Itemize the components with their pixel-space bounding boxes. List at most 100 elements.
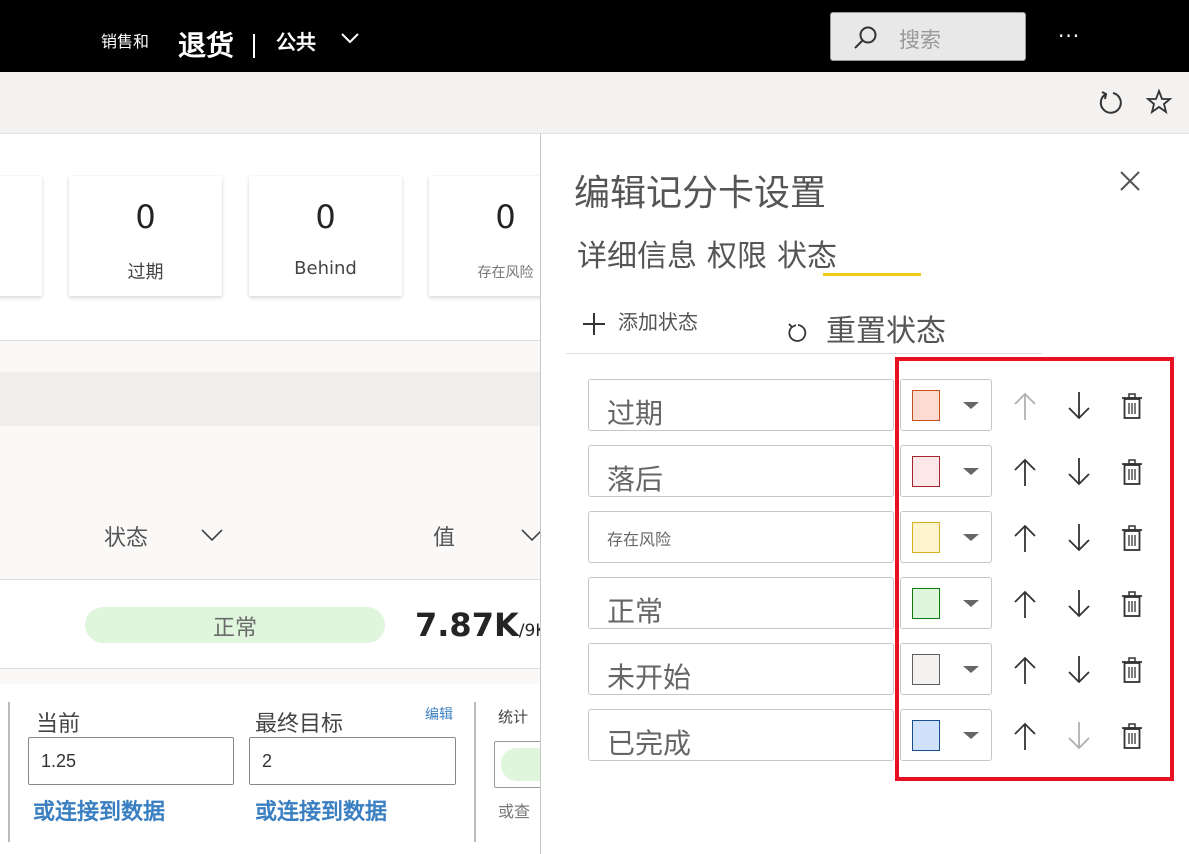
status-summary: 0 过期 0 Behind 0 存在风险 — [0, 134, 540, 341]
add-status-button[interactable]: 添加状态 — [582, 306, 698, 336]
close-icon[interactable] — [1119, 170, 1141, 192]
tab-permissions[interactable]: 权限 — [707, 239, 767, 274]
status-row: 过期 — [588, 379, 1148, 431]
status-name-input[interactable]: 正常 — [588, 577, 894, 629]
final-target-input[interactable] — [249, 737, 456, 785]
status-name-input[interactable]: 已完成 — [588, 709, 894, 761]
arrow-down-icon — [1068, 722, 1090, 750]
caret-down-icon — [963, 600, 979, 607]
color-swatch — [912, 390, 940, 421]
card-count: 0 — [135, 198, 156, 236]
current-value-input[interactable] — [28, 737, 234, 785]
status-badge: 正常 — [85, 607, 385, 643]
trash-icon[interactable] — [1121, 393, 1143, 419]
command-bar — [0, 72, 1189, 134]
card-count: 0 — [315, 198, 336, 236]
summary-card-at-risk[interactable]: 0 存在风险 — [429, 176, 540, 296]
status-color-picker[interactable] — [900, 643, 992, 695]
status-row: 已完成 — [588, 709, 1148, 761]
status-color-picker[interactable] — [900, 445, 992, 497]
arrow-down-icon[interactable] — [1067, 457, 1091, 487]
status-name-input[interactable]: 存在风险 — [588, 511, 894, 563]
status-row: 落后 — [588, 445, 1148, 497]
top-bar: 销售和 退货 公共 搜索 ··· — [0, 0, 1189, 72]
filter-band — [0, 372, 540, 426]
reset-icon — [788, 322, 807, 342]
final-target-label: 最终目标 — [255, 712, 344, 737]
table-row[interactable]: 正常 7.87K/9K — [0, 579, 540, 669]
arrow-up-icon[interactable] — [1013, 457, 1037, 487]
trash-icon[interactable] — [1121, 723, 1143, 749]
plus-icon — [583, 312, 605, 335]
edit-link[interactable]: 编辑 — [425, 704, 453, 724]
search-box[interactable]: 搜索 — [830, 12, 1026, 61]
arrow-up-icon — [1014, 392, 1036, 420]
settings-panel: 编辑记分卡设置 详细信息权限状态 添加状态 重置状态 过期 落后 存在风险 — [540, 134, 1189, 854]
summary-card-overdue[interactable]: 0 过期 — [69, 176, 222, 296]
status-name-input[interactable]: 未开始 — [588, 643, 894, 695]
search-icon — [854, 26, 877, 49]
status-name-input[interactable]: 落后 — [588, 445, 894, 497]
metric-value: 7.87K/9K — [415, 606, 540, 644]
workspace-selector[interactable]: 公共 — [276, 26, 316, 55]
checkin-editor: 当前 或连接到数据 最终目标 编辑 或连接到数据 统计 或查 — [0, 684, 540, 854]
report-title-large: 退货 — [178, 29, 235, 62]
title-separator — [253, 34, 255, 58]
status-color-picker[interactable] — [900, 577, 992, 629]
reset-status-button[interactable]: 重置状态 — [786, 306, 946, 350]
current-label: 当前 — [36, 712, 81, 737]
chevron-down-icon[interactable] — [200, 526, 224, 544]
chevron-down-icon[interactable] — [340, 28, 360, 48]
trash-icon[interactable] — [1121, 591, 1143, 617]
status-row: 正常 — [588, 577, 1148, 629]
color-swatch — [912, 522, 940, 553]
panel-title: 编辑记分卡设置 — [574, 173, 827, 214]
color-swatch — [912, 654, 940, 685]
arrow-up-icon[interactable] — [1013, 589, 1037, 619]
arrow-down-icon[interactable] — [1067, 589, 1091, 619]
arrow-up-icon[interactable] — [1013, 523, 1037, 553]
column-header-value[interactable]: 值 — [433, 520, 455, 552]
star-icon[interactable] — [1146, 89, 1172, 115]
caret-down-icon — [963, 732, 979, 739]
card-count: 0 — [495, 198, 516, 236]
status-color-picker[interactable] — [900, 511, 992, 563]
column-header-status[interactable]: 状态 — [104, 520, 148, 552]
report-title-small: 销售和 — [101, 32, 150, 51]
card-label: Behind — [294, 258, 357, 279]
summary-card-behind[interactable]: 0 Behind — [249, 176, 402, 296]
trash-icon[interactable] — [1121, 657, 1143, 683]
arrow-down-icon[interactable] — [1067, 655, 1091, 685]
connect-data-link-current[interactable]: 或连接到数据 — [33, 794, 165, 826]
tab-details[interactable]: 详细信息 — [577, 239, 697, 274]
chevron-down-icon[interactable] — [520, 526, 540, 544]
connect-data-link-target[interactable]: 或连接到数据 — [255, 794, 387, 826]
caret-down-icon — [963, 468, 979, 475]
stats-sub-link[interactable]: 或查 — [498, 798, 530, 822]
caret-down-icon — [963, 666, 979, 673]
color-swatch — [912, 720, 940, 751]
trash-icon[interactable] — [1121, 525, 1143, 551]
refresh-icon[interactable] — [1097, 89, 1125, 117]
status-name-input[interactable]: 过期 — [588, 379, 894, 431]
stats-label: 统计 — [498, 708, 529, 726]
summary-card-partial[interactable] — [0, 176, 42, 296]
arrow-down-icon[interactable] — [1067, 523, 1091, 553]
status-dropdown[interactable] — [494, 741, 540, 788]
active-tab-indicator — [823, 273, 921, 276]
tab-status[interactable]: 状态 — [777, 239, 837, 274]
reset-status-label: 重置状态 — [826, 314, 946, 349]
arrow-up-icon[interactable] — [1013, 721, 1037, 751]
status-color-picker[interactable] — [900, 379, 992, 431]
color-swatch — [912, 456, 940, 487]
caret-down-icon — [963, 402, 979, 409]
status-row: 未开始 — [588, 643, 1148, 695]
arrow-down-icon[interactable] — [1067, 391, 1091, 421]
card-label: 过期 — [127, 262, 164, 283]
scorecard-main: 0 过期 0 Behind 0 存在风险 状态 值 正常 7.87K/9K 当前… — [0, 134, 540, 854]
arrow-up-icon[interactable] — [1013, 655, 1037, 685]
trash-icon[interactable] — [1121, 459, 1143, 485]
more-options-button[interactable]: ··· — [1058, 24, 1080, 48]
search-placeholder: 搜索 — [899, 28, 941, 52]
status-color-picker[interactable] — [900, 709, 992, 761]
